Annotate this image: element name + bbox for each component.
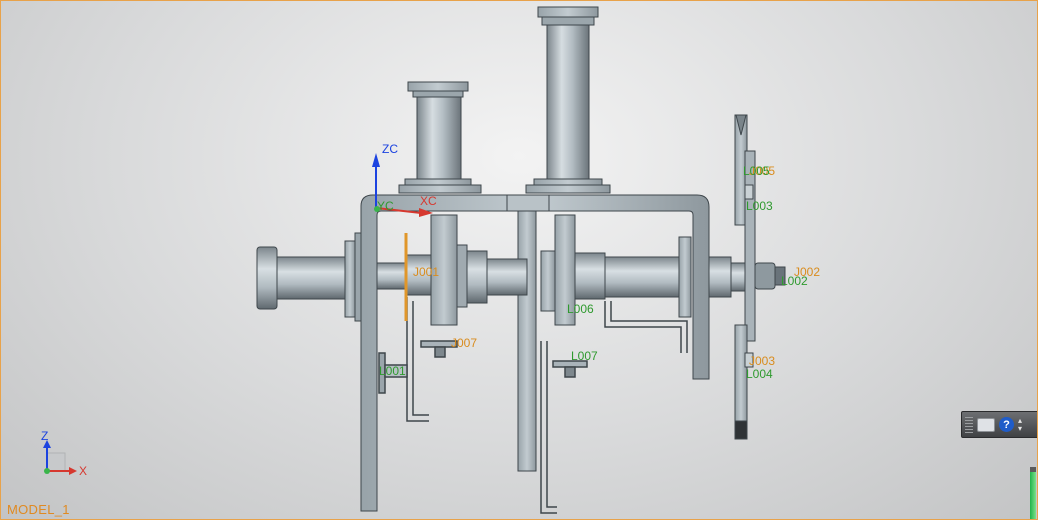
toolbar-grip-icon[interactable] xyxy=(965,416,973,433)
callout-j007: J007 xyxy=(451,336,477,350)
progress-indicator xyxy=(1030,467,1036,519)
wcs-yc-label: YC xyxy=(377,199,394,213)
callout-j001: J001 xyxy=(413,265,439,279)
left-column xyxy=(398,81,482,194)
toolbar-expand-icon[interactable]: ▴ ▾ xyxy=(1018,416,1022,433)
model-name-label: MODEL_1 xyxy=(7,502,70,517)
wcs-zc-label: ZC xyxy=(382,142,398,156)
progress-fill xyxy=(1030,472,1036,519)
help-button[interactable]: ? xyxy=(999,417,1014,432)
right-column xyxy=(525,6,611,194)
callout-l001: L001 xyxy=(379,364,406,378)
callout-l005: L005 xyxy=(743,164,770,178)
callout-l007: L007 xyxy=(571,349,598,363)
callout-l003-top: L003 xyxy=(746,199,773,213)
wcs-xc-label: XC xyxy=(420,194,437,208)
callout-l002: L002 xyxy=(781,274,808,288)
callout-l006: L006 xyxy=(567,302,594,316)
view-triad xyxy=(43,440,77,475)
triad-z-label: Z xyxy=(41,429,48,443)
keyboard-icon[interactable] xyxy=(977,417,995,432)
callout-l004: L004 xyxy=(746,367,773,381)
triad-x-label: X xyxy=(79,464,87,478)
graphics-viewport[interactable]: ZC XC YC J005 L005 L003 J002 L002 J003 L… xyxy=(0,0,1038,520)
floating-toolbar[interactable]: ? ▴ ▾ xyxy=(961,411,1037,438)
assembly-model[interactable]: ZC XC YC J005 L005 L003 J002 L002 J003 L… xyxy=(1,1,1037,519)
callout-j003: J003 xyxy=(749,354,775,368)
